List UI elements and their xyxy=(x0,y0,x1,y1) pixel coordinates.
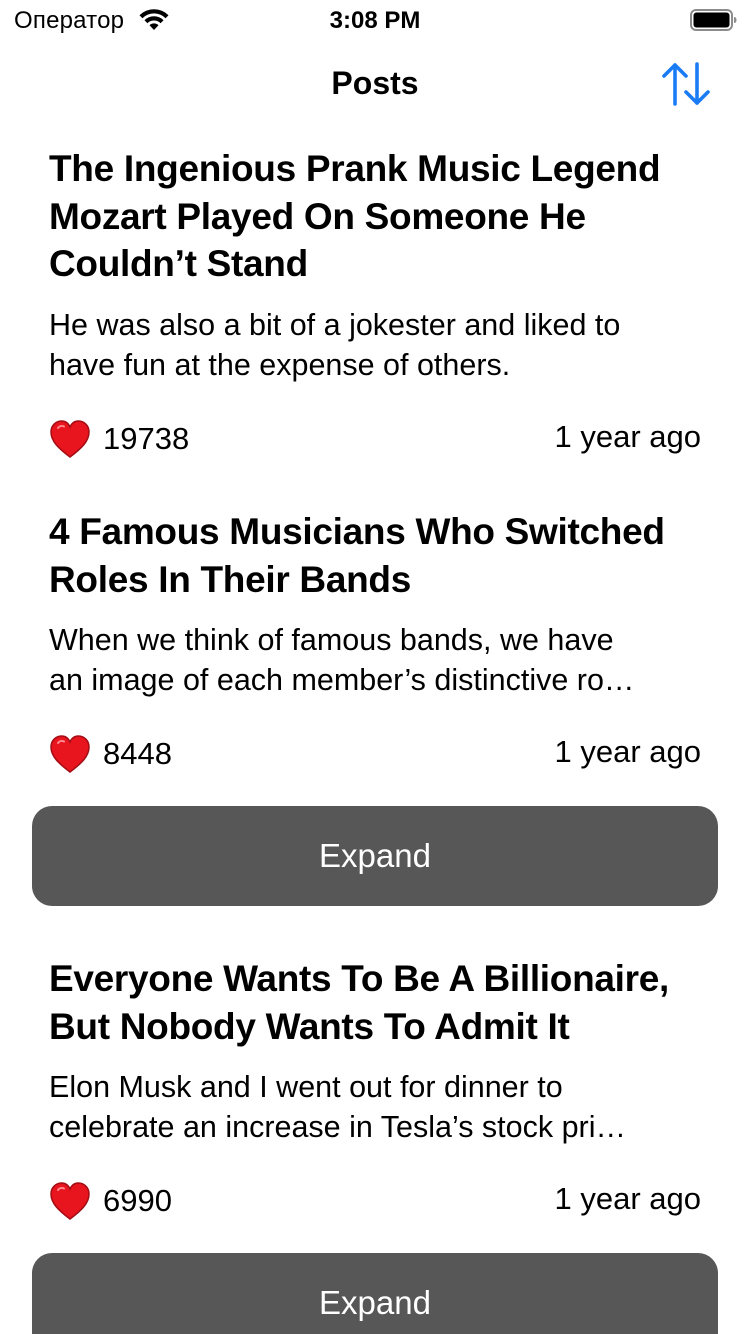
expand-button[interactable]: Expand xyxy=(32,1253,718,1334)
post-title-line: Roles In Their Bands xyxy=(49,558,412,600)
expand-button[interactable]: Expand xyxy=(32,806,718,906)
post-excerpt-line: an image of each member’s distinctive ro… xyxy=(49,662,635,697)
likes: 19738 xyxy=(49,417,189,461)
post-title-line: The Ingenious Prank Music Legend xyxy=(49,148,661,189)
page-title: Posts xyxy=(331,65,419,101)
post-excerpt: When we think of famous bands, we have a… xyxy=(49,621,704,700)
post-title: The Ingenious Prank Music Legend Mozart … xyxy=(49,145,709,288)
post-excerpt-line: When we think of famous bands, we have xyxy=(49,623,614,657)
post-title-line: Couldn’t Stand xyxy=(49,243,308,284)
likes: 8448 xyxy=(49,732,172,776)
post-title-line: 4 Famous Musicians Who Switched xyxy=(49,511,665,552)
post-excerpt: Elon Musk and I went out for dinner to c… xyxy=(49,1068,704,1147)
heart-icon xyxy=(50,735,90,773)
like-count: 6990 xyxy=(103,1183,172,1218)
post-excerpt-line: Elon Musk and I went out for dinner to xyxy=(49,1070,563,1104)
post-timestamp: 1 year ago xyxy=(554,419,702,454)
like-count: 19738 xyxy=(103,421,190,456)
screen: Оператор 3:08 PM Posts The Ingenious Pra… xyxy=(0,0,750,1334)
post-title-line: Everyone Wants To Be A Billionaire, xyxy=(49,958,669,999)
post-excerpt-line: He was also a bit of a jokester and like… xyxy=(49,308,621,342)
like-count: 8448 xyxy=(103,736,172,771)
post-excerpt-line: celebrate an increase in Tesla’s stock p… xyxy=(49,1109,626,1144)
post-title: Everyone Wants To Be A Billionaire, But … xyxy=(49,955,709,1050)
navigation-bar: Posts xyxy=(0,40,750,128)
status-bar: Оператор 3:08 PM xyxy=(0,0,750,40)
post-timestamp: 1 year ago xyxy=(554,734,702,769)
likes: 6990 xyxy=(49,1179,172,1223)
post-title-line: But Nobody Wants To Admit It xyxy=(49,1005,570,1047)
post-excerpt: He was also a bit of a jokester and like… xyxy=(49,306,704,385)
post-title-line: Mozart Played On Someone He xyxy=(49,195,586,237)
heart-icon xyxy=(50,420,90,458)
sort-button[interactable] xyxy=(656,58,716,110)
status-time: 3:08 PM xyxy=(329,7,421,34)
post-timestamp: 1 year ago xyxy=(554,1181,702,1216)
post-title: 4 Famous Musicians Who Switched Roles In… xyxy=(49,508,709,603)
post-excerpt-line: have fun at the expense of others. xyxy=(49,347,511,382)
sort-arrows-icon xyxy=(662,62,710,106)
heart-icon xyxy=(50,1182,90,1220)
battery-icon xyxy=(690,9,737,31)
